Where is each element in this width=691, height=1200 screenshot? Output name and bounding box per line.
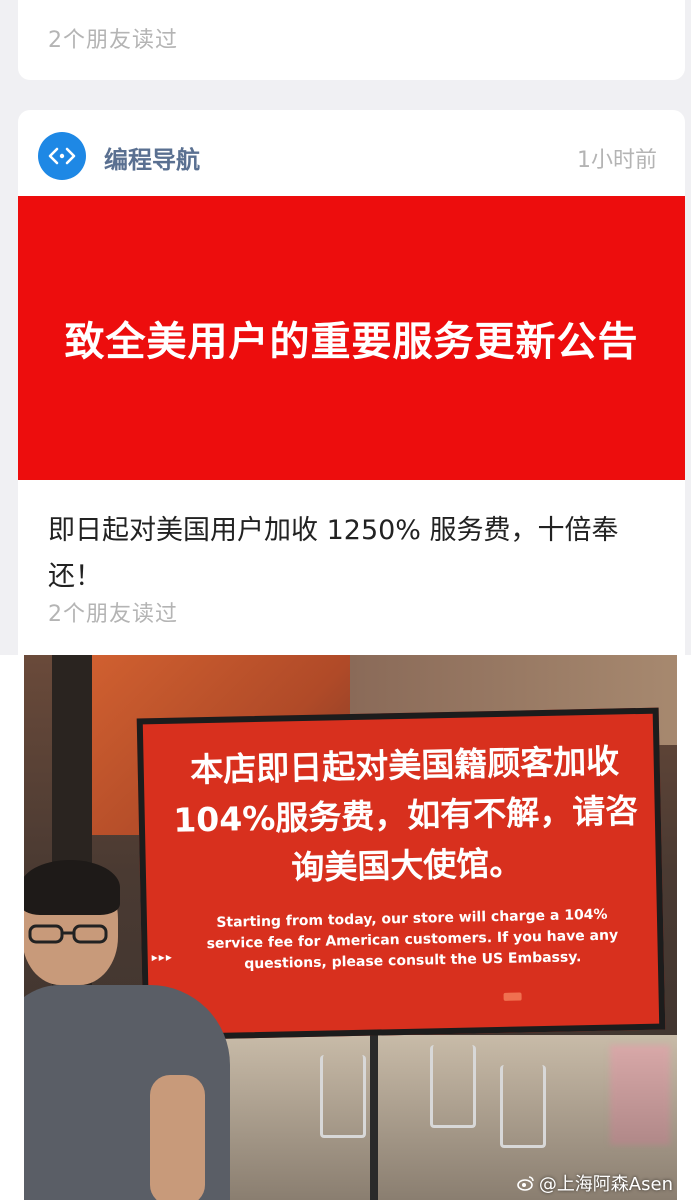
weibo-icon (517, 1176, 534, 1191)
blurred-object (610, 1045, 670, 1145)
person-hair (20, 860, 120, 915)
notice-sign: 本店即日起对美国籍顾客加收104%服务费，如有不解，请咨询美国大使馆。 ▸▸▸ … (136, 707, 666, 1041)
arrow-icon: ▸▸▸ (151, 949, 173, 965)
account-avatar[interactable] (38, 132, 86, 180)
code-brackets-icon (48, 147, 76, 165)
chair (320, 1055, 366, 1138)
article-header: 编程导航 1小时前 (38, 132, 657, 180)
frame-edge (0, 655, 24, 1200)
sign-stand-pole (370, 1035, 378, 1200)
sign-english-text: Starting from today, our store will char… (206, 906, 619, 973)
watermark-text: @上海阿森Asen (538, 1174, 673, 1195)
restaurant-sign-photo: 本店即日起对美国籍顾客加收104%服务费，如有不解，请咨询美国大使馆。 ▸▸▸ … (0, 655, 691, 1200)
publish-time: 1小时前 (577, 148, 657, 173)
article-cover-banner[interactable]: 致全美用户的重要服务更新公告 (18, 196, 685, 480)
glasses-icon (28, 924, 108, 944)
sign-chinese-text: 本店即日起对美国籍顾客加收104%服务费，如有不解，请咨询美国大使馆。 (172, 741, 639, 888)
friends-read-count: 2个朋友读过 (48, 28, 178, 53)
store-logo (503, 992, 522, 1001)
chair (430, 1045, 476, 1128)
friends-read-count: 2个朋友读过 (48, 602, 178, 627)
article-title[interactable]: 即日起对美国用户加收 1250% 服务费，十倍奉还！ (48, 508, 658, 600)
weibo-watermark: @上海阿森Asen (517, 1170, 673, 1196)
frame-edge (677, 655, 691, 1200)
chair (500, 1065, 546, 1148)
banner-headline: 致全美用户的重要服务更新公告 (64, 319, 639, 365)
previous-article-card[interactable]: 2个朋友读过 (18, 0, 685, 80)
account-name[interactable]: 编程导航 (104, 140, 200, 175)
person-arm (150, 1075, 205, 1200)
article-card[interactable]: 编程导航 1小时前 致全美用户的重要服务更新公告 即日起对美国用户加收 1250… (18, 110, 685, 655)
